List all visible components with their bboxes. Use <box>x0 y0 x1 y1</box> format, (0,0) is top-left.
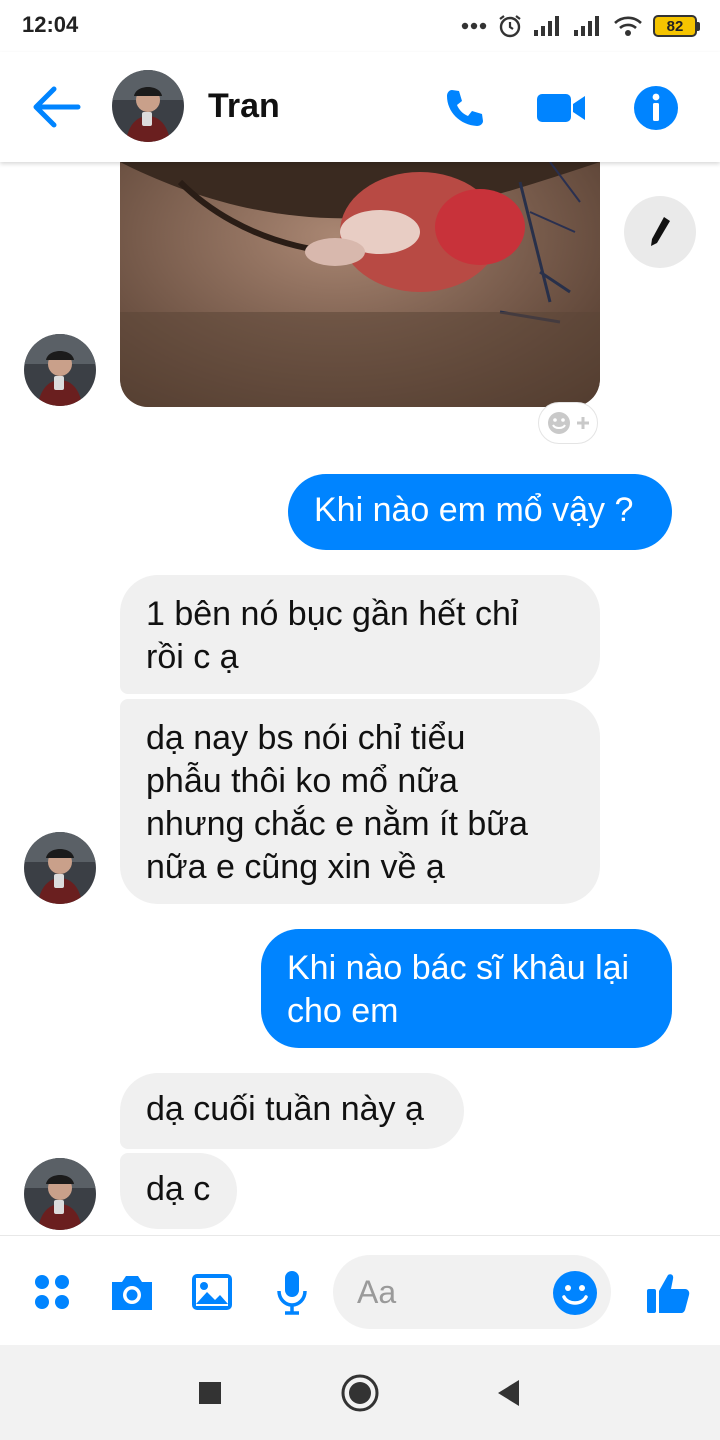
message-text-line: 1 bên nó bục gần hết chỉ <box>146 595 519 633</box>
video-call-button[interactable] <box>535 82 587 134</box>
signal-icon <box>573 15 603 37</box>
photo-message[interactable] <box>120 162 600 407</box>
signal-icon <box>533 15 563 37</box>
add-reaction-button[interactable] <box>538 402 598 444</box>
message-list[interactable]: Khi nào em mổ vậy ? 1 bên nó bục gần hết… <box>0 162 720 1235</box>
status-bar: 12:04 82 <box>0 0 720 52</box>
emoji-add-icon <box>548 412 589 434</box>
recents-button[interactable] <box>188 1371 232 1415</box>
video-camera-icon <box>537 94 585 122</box>
phone-icon <box>447 90 483 126</box>
conversation-info-button[interactable] <box>630 82 682 134</box>
battery-icon: 82 <box>653 15 700 37</box>
message-text-line: nhưng chắc e nằm ít bữa <box>146 805 528 843</box>
wifi-icon <box>613 15 643 37</box>
incoming-message[interactable]: dạ c <box>120 1153 237 1229</box>
message-text-line: cho em <box>287 992 399 1030</box>
conversation-header: Tran <box>0 52 720 162</box>
camera-icon <box>112 1276 152 1310</box>
edit-photo-button[interactable] <box>624 196 696 268</box>
back-button[interactable] <box>28 82 84 132</box>
pencil-icon <box>651 217 670 246</box>
message-text-line: phẫu thôi ko mổ nữa <box>146 762 458 800</box>
emoji-button[interactable] <box>552 1270 598 1316</box>
incoming-message[interactable]: dạ cuối tuần này ạ <box>120 1073 464 1149</box>
apps-grid-icon <box>35 1275 69 1309</box>
outgoing-message[interactable]: Khi nào bác sĩ khâu lại cho em <box>261 929 672 1048</box>
contact-name[interactable]: Tran <box>208 87 280 126</box>
message-text-line: rồi c ạ <box>146 638 239 676</box>
incoming-message[interactable]: 1 bên nó bục gần hết chỉ rồi c ạ <box>120 575 600 694</box>
composer-bar <box>0 1235 720 1345</box>
circle-icon <box>341 1374 379 1412</box>
message-text-line: Khi nào bác sĩ khâu lại <box>287 949 630 987</box>
more-dots-icon <box>461 21 487 31</box>
more-actions-button[interactable] <box>26 1266 78 1318</box>
battery-level: 82 <box>653 15 697 37</box>
home-button[interactable] <box>338 1371 382 1415</box>
system-navigation-bar <box>0 1345 720 1440</box>
voice-message-button[interactable] <box>266 1266 318 1318</box>
message-text-line: nữa e cũng xin về ạ <box>146 848 445 886</box>
message-text-line: dạ nay bs nói chỉ tiểu <box>146 719 466 757</box>
message-text: dạ cuối tuần này ạ <box>146 1090 424 1128</box>
info-icon <box>634 86 678 130</box>
image-icon <box>192 1274 232 1310</box>
message-text: Khi nào em mổ vậy ? <box>314 491 634 529</box>
contact-avatar[interactable] <box>24 1158 96 1230</box>
alarm-icon <box>497 13 523 39</box>
camera-button[interactable] <box>106 1266 158 1318</box>
contact-avatar[interactable] <box>112 70 184 142</box>
outgoing-message[interactable]: Khi nào em mổ vậy ? <box>288 474 672 550</box>
status-time: 12:04 <box>22 12 79 37</box>
voice-call-button[interactable] <box>438 82 490 134</box>
contact-avatar[interactable] <box>24 334 96 406</box>
status-icons: 82 <box>461 10 700 42</box>
emoji-icon <box>553 1271 597 1315</box>
square-icon <box>199 1382 221 1404</box>
message-text: dạ c <box>146 1170 211 1208</box>
back-arrow-icon <box>33 86 81 128</box>
thumbs-up-icon <box>647 1274 690 1313</box>
incoming-message[interactable]: dạ nay bs nói chỉ tiểu phẫu thôi ko mổ n… <box>120 699 600 904</box>
triangle-back-icon <box>498 1380 519 1406</box>
microphone-icon <box>277 1271 307 1315</box>
contact-avatar[interactable] <box>24 832 96 904</box>
back-nav-button[interactable] <box>486 1371 530 1415</box>
gallery-button[interactable] <box>186 1266 238 1318</box>
like-button[interactable] <box>642 1266 694 1318</box>
